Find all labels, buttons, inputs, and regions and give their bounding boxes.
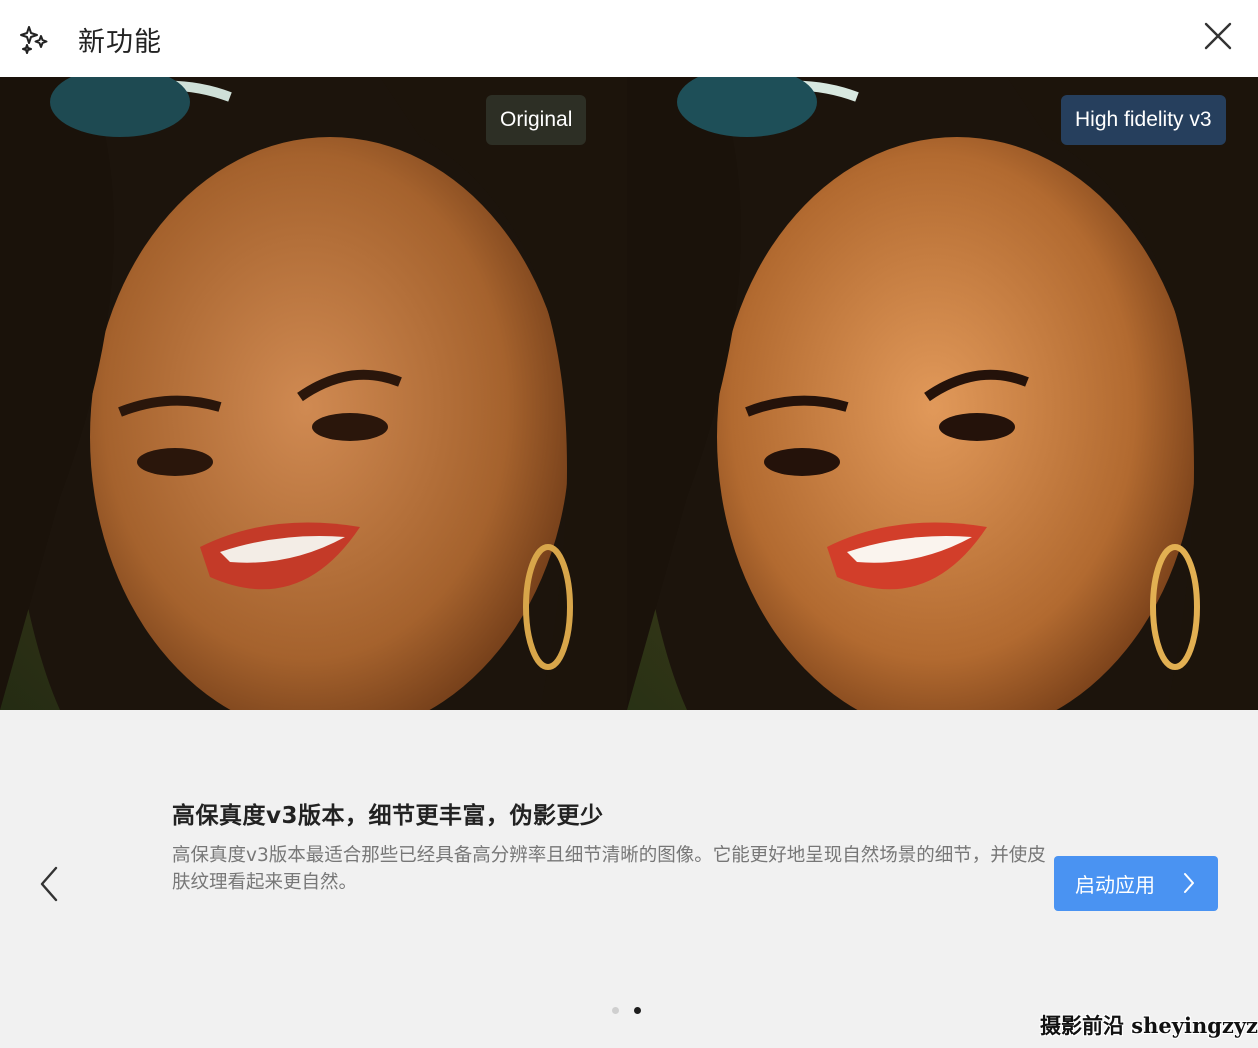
pagination-dots xyxy=(612,1007,641,1014)
enhanced-panel: High fidelity v3 xyxy=(627,77,1258,710)
sparkle-icon xyxy=(20,26,48,54)
feature-title: 高保真度v3版本，细节更丰富，伪影更少 xyxy=(172,803,604,829)
page-dot-2[interactable] xyxy=(634,1007,641,1014)
watermark-text: 摄影前沿 sheyingzyz.com xyxy=(1040,1013,1258,1038)
close-icon[interactable] xyxy=(1200,18,1236,54)
image-comparison: Original High fidelity v3 xyxy=(0,77,1258,710)
original-label: Original xyxy=(486,95,587,145)
launch-app-button[interactable]: 启动应用 xyxy=(1054,856,1218,911)
feature-dialog: 新功能 Original High fidelity v3 高保真度v3版本，细… xyxy=(0,0,1258,1048)
chevron-left-icon[interactable] xyxy=(34,864,66,904)
enhanced-photo xyxy=(627,77,1258,710)
original-panel: Original xyxy=(0,77,627,710)
chevron-right-icon xyxy=(1184,873,1194,893)
dialog-title: 新功能 xyxy=(78,27,162,58)
page-dot-1[interactable] xyxy=(612,1007,619,1014)
original-photo xyxy=(0,77,627,710)
feature-description: 高保真度v3版本最适合那些已经具备高分辨率且细节清晰的图像。它能更好地呈现自然场… xyxy=(172,845,1046,893)
dialog-header: 新功能 xyxy=(0,0,1258,77)
launch-app-label: 启动应用 xyxy=(1075,873,1155,897)
enhanced-label: High fidelity v3 xyxy=(1061,95,1226,145)
